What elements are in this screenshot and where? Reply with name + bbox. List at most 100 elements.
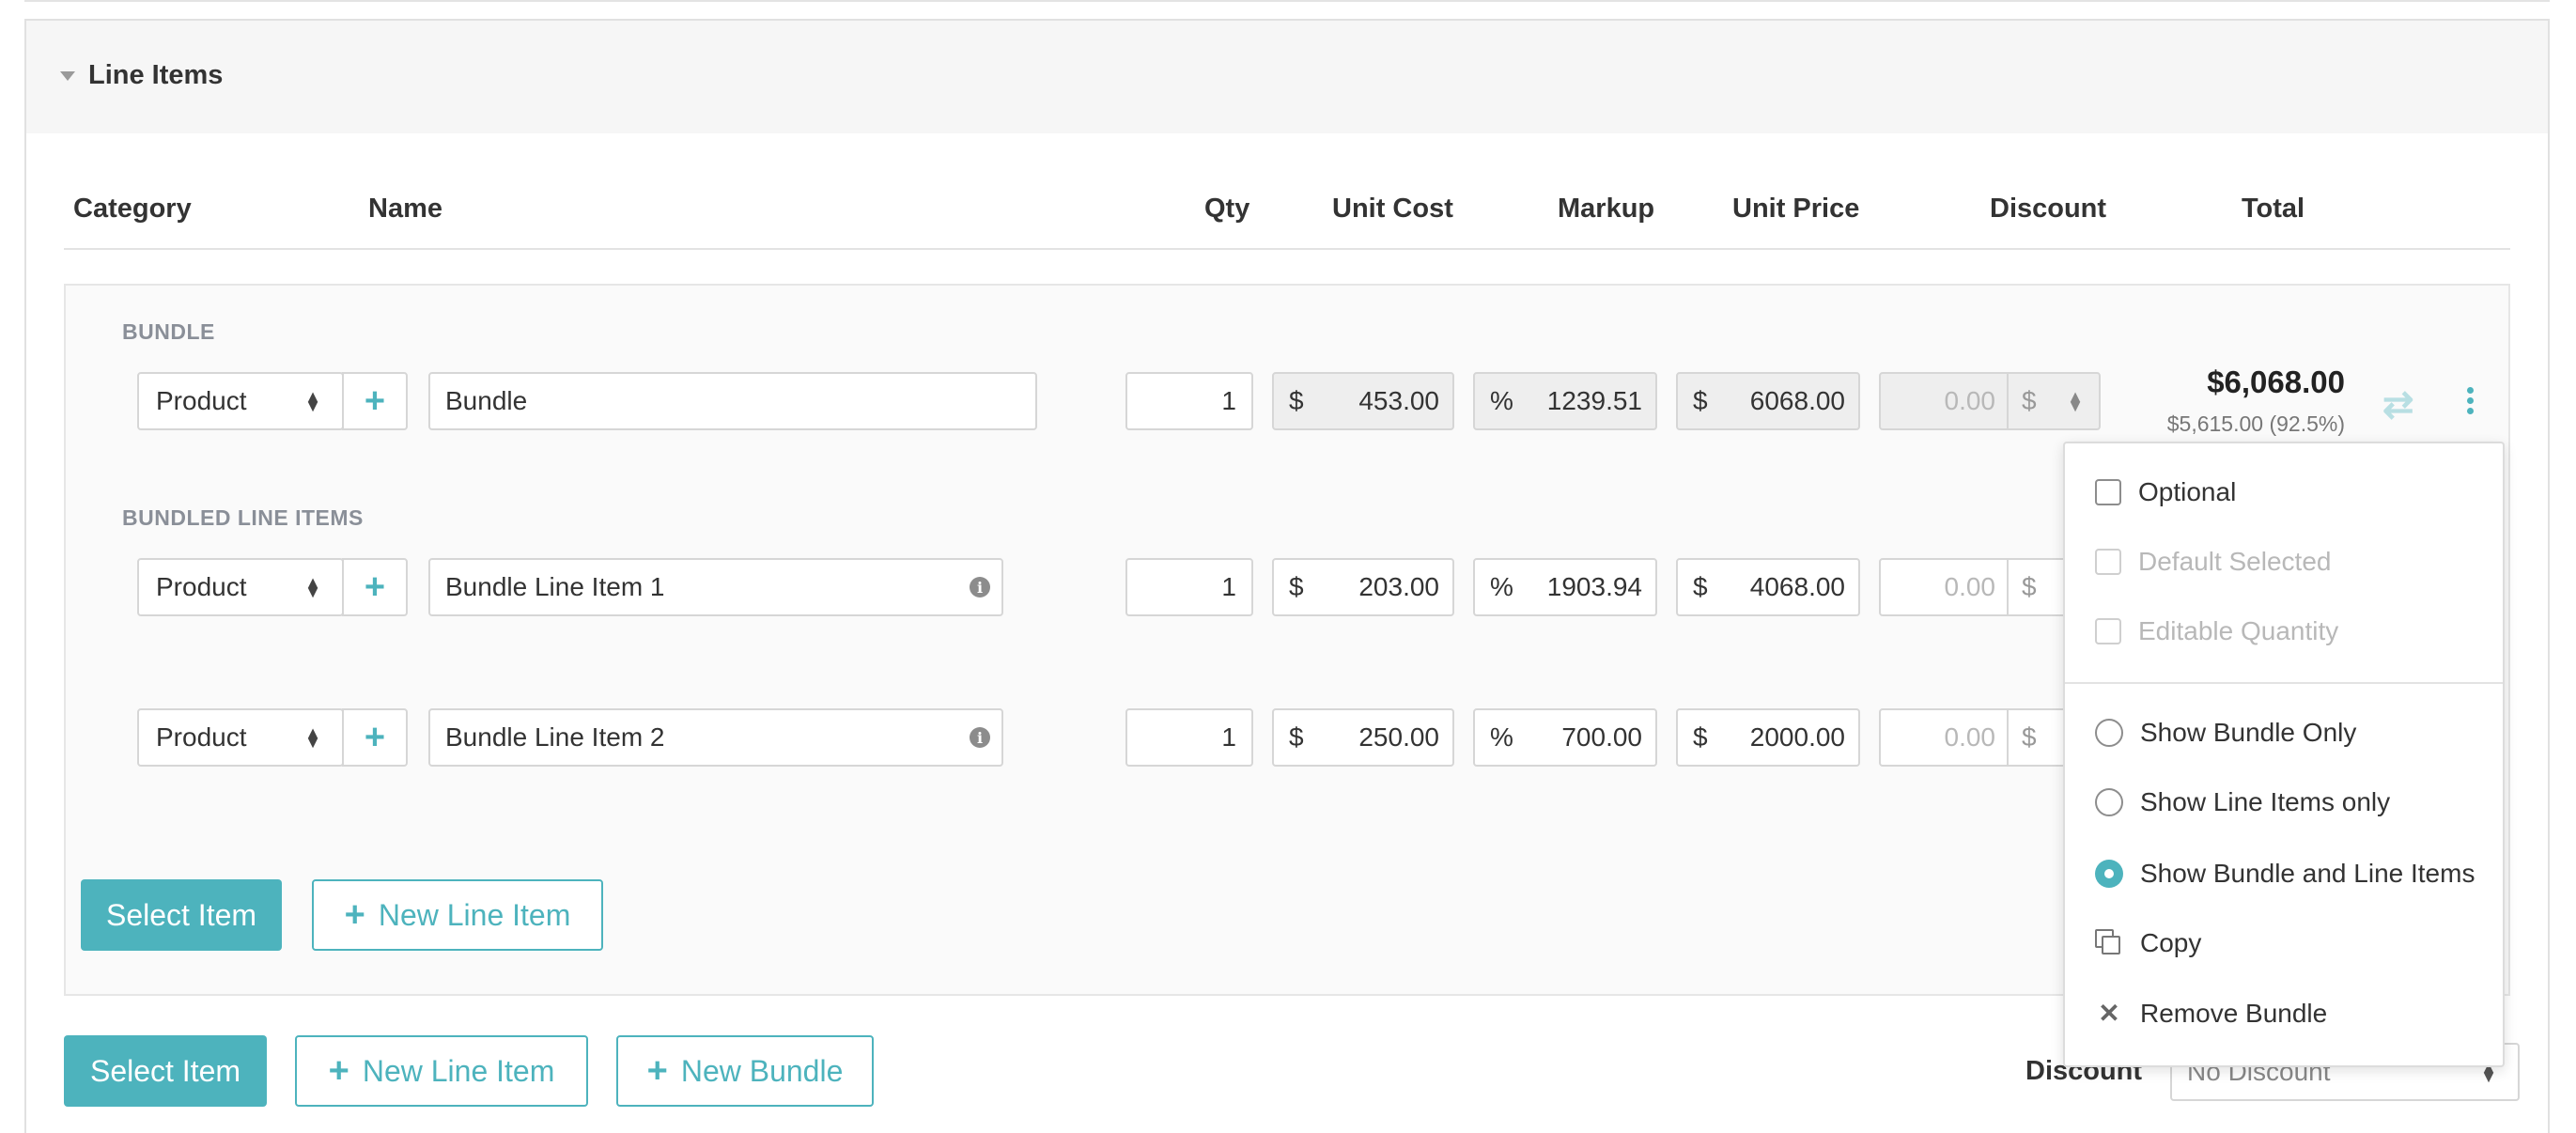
repeat-icon[interactable]: ⇄ [2382,383,2414,427]
col-total: Total [2242,194,2305,224]
category-select[interactable]: Product ▲ ▼ [137,372,344,430]
unit-price-value: 6068.00 [1749,386,1845,415]
select-item-label: Select Item [89,1053,241,1088]
remove-bundle-menu-item[interactable]: ✕ Remove Bundle [2095,998,2327,1029]
new-line-item-label: New Line Item [362,1053,555,1088]
name-value: Bundle [445,386,528,415]
unit-cost-field[interactable]: $ 250.00 [1272,708,1454,767]
show-bundle-and-line-items-radio[interactable]: Show Bundle and Line Items [2095,859,2475,889]
default-selected-checkbox: Default Selected [2095,547,2331,577]
editable-quantity-label: Editable Quantity [2138,616,2339,645]
checkbox[interactable] [2095,479,2121,505]
currency-prefix: $ [1289,572,1304,601]
info-icon[interactable]: i [970,577,990,598]
bundle-options-menu [2063,442,2505,1067]
markup-value: 700.00 [1561,722,1642,752]
line-items-panel-header[interactable] [24,19,2550,135]
optional-checkbox[interactable]: Optional [2095,477,2236,507]
col-unit-price: Unit Price [1732,194,1860,224]
plus-icon: + [364,380,386,421]
add-category-button[interactable]: + [342,708,408,767]
radio-selected[interactable] [2095,860,2123,888]
category-select[interactable]: Product ▲ ▼ [137,708,344,767]
show-bundle-only-label: Show Bundle Only [2140,718,2357,747]
category-value: Product [156,386,247,415]
new-line-item-label: New Line Item [378,897,571,932]
qty-input[interactable]: 1 [1125,372,1253,430]
qty-input[interactable]: 1 [1125,558,1253,616]
name-input[interactable]: Bundle Line Item 2 i [428,708,1003,767]
plus-icon: + [344,894,365,935]
bundle-total: $6,068.00 [2207,365,2345,399]
currency-prefix: $ [1289,386,1304,415]
currency-prefix: $ [1693,722,1708,752]
qty-value: 1 [1221,386,1236,415]
discount-field[interactable]: 0.00 $ ▲ ▼ [1879,372,2101,430]
plus-icon: + [328,1050,349,1091]
unit-price-field[interactable]: $ 6068.00 [1676,372,1860,430]
select-item-button[interactable]: Select Item [64,1035,267,1107]
info-icon[interactable]: i [970,727,990,748]
sort-arrows-icon: ▲ ▼ [304,573,321,601]
discount-value: 0.00 [1881,560,2009,614]
name-input[interactable]: Bundle [428,372,1037,430]
col-name: Name [368,194,442,224]
percent-prefix: % [1490,722,1513,752]
checkbox [2095,549,2121,575]
unit-price-value: 4068.00 [1749,572,1845,601]
discount-value: 0.00 [1881,710,2009,765]
plus-icon: + [364,566,386,607]
markup-field[interactable]: % 1903.94 [1473,558,1657,616]
unit-cost-field[interactable]: $ 453.00 [1272,372,1454,430]
panel-title: Line Items [88,60,224,90]
new-line-item-button[interactable]: + New Line Item [312,879,603,951]
remove-bundle-label: Remove Bundle [2140,998,2328,1028]
qty-input[interactable]: 1 [1125,708,1253,767]
copy-icon [2095,929,2123,957]
category-select[interactable]: Product ▲ ▼ [137,558,344,616]
col-category: Category [73,194,192,224]
col-qty: Qty [1204,194,1250,224]
discount-unit: $ [2022,386,2037,415]
radio[interactable] [2095,788,2123,816]
unit-price-field[interactable]: $ 2000.00 [1676,708,1860,767]
plus-icon: + [364,717,386,757]
name-value: Bundle Line Item 1 [445,572,665,601]
qty-value: 1 [1221,572,1236,601]
select-item-button[interactable]: Select Item [81,879,282,951]
copy-menu-item[interactable]: Copy [2095,928,2201,958]
show-line-items-only-radio[interactable]: Show Line Items only [2095,787,2390,817]
name-input[interactable]: Bundle Line Item 1 i [428,558,1003,616]
add-category-button[interactable]: + [342,558,408,616]
unit-price-value: 2000.00 [1749,722,1845,752]
radio[interactable] [2095,719,2123,747]
bundle-label: BUNDLE [122,319,215,344]
category-value: Product [156,572,247,601]
category-value: Product [156,722,247,752]
add-category-button[interactable]: + [342,372,408,430]
currency-prefix: $ [1693,572,1708,601]
percent-prefix: % [1490,572,1513,601]
unit-cost-field[interactable]: $ 203.00 [1272,558,1454,616]
discount-unit: $ [2022,722,2037,752]
caret-down-icon[interactable] [60,71,75,81]
unit-cost-value: 250.00 [1358,722,1439,752]
optional-label: Optional [2138,477,2237,506]
name-value: Bundle Line Item 2 [445,722,665,752]
checkbox [2095,618,2121,644]
sort-arrows-icon: ▲ ▼ [304,723,321,752]
col-markup: Markup [1558,194,1655,224]
show-bundle-only-radio[interactable]: Show Bundle Only [2095,718,2356,748]
new-line-item-button[interactable]: + New Line Item [295,1035,588,1107]
new-bundle-button[interactable]: + New Bundle [616,1035,874,1107]
markup-field[interactable]: % 1239.51 [1473,372,1657,430]
markup-field[interactable]: % 700.00 [1473,708,1657,767]
unit-cost-value: 453.00 [1358,386,1439,415]
menu-divider [2065,682,2503,684]
unit-price-field[interactable]: $ 4068.00 [1676,558,1860,616]
sort-arrows-icon: ▲ ▼ [304,387,321,415]
kebab-icon[interactable] [2467,387,2474,418]
copy-label: Copy [2140,928,2202,957]
markup-value: 1903.94 [1546,572,1642,601]
show-bundle-and-line-items-label: Show Bundle and Line Items [2140,859,2475,888]
